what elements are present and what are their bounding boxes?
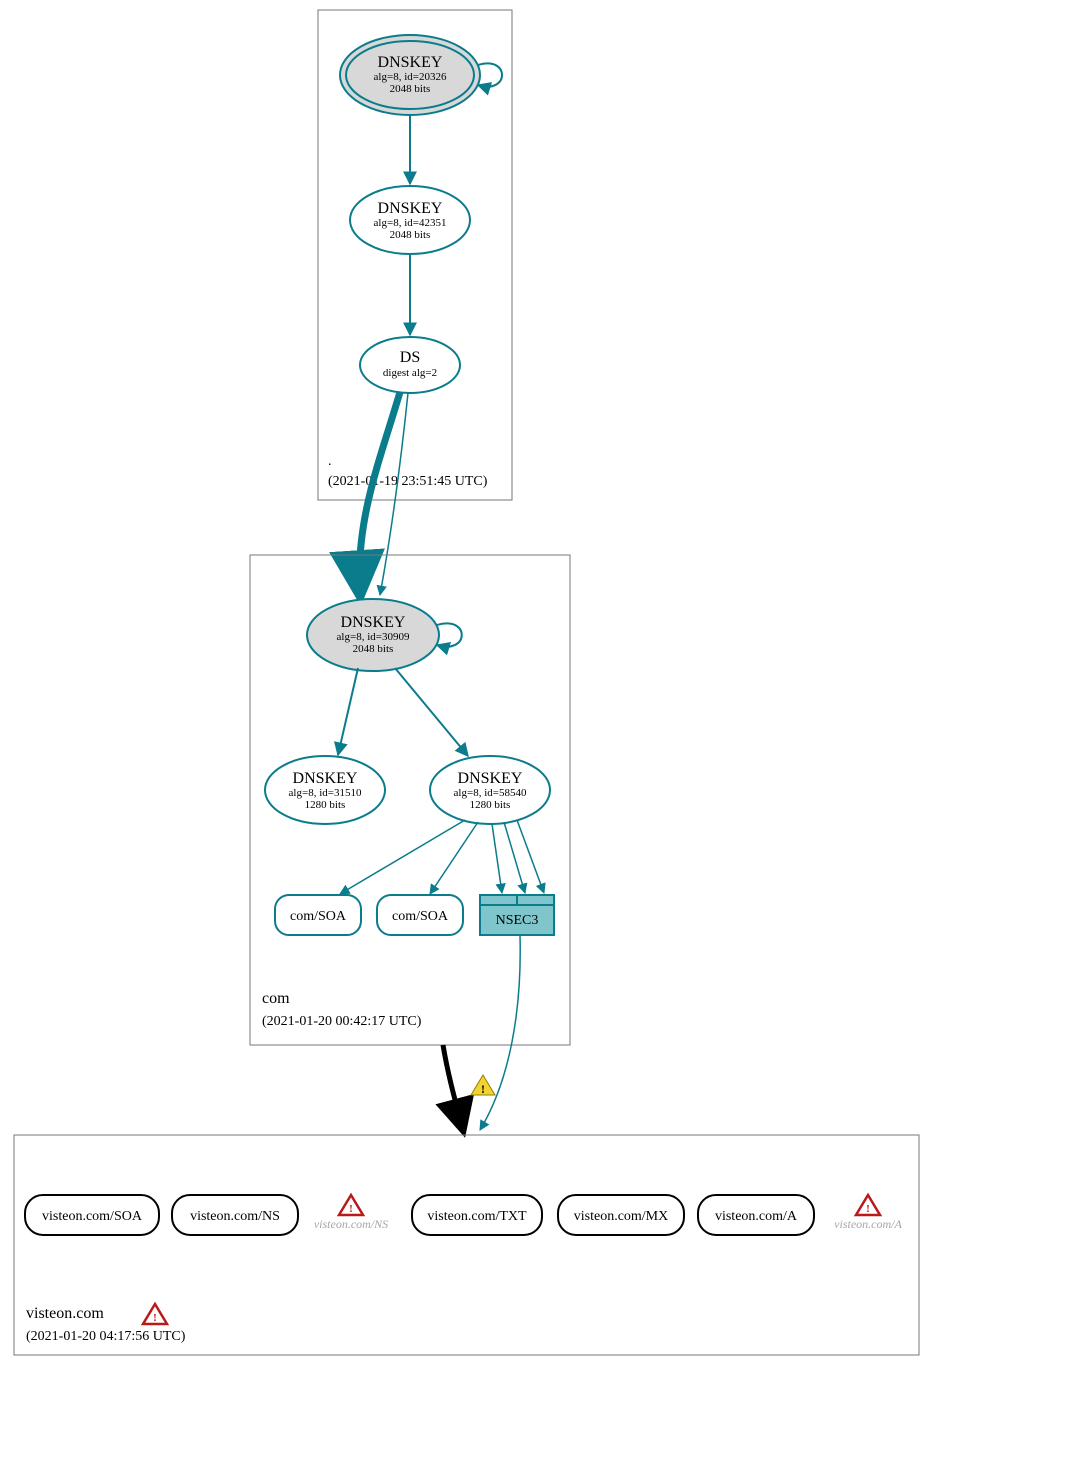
zone-visteon-name: visteon.com (26, 1305, 104, 1322)
root-ksk-bits: 2048 bits (390, 83, 431, 95)
root-ksk[interactable]: DNSKEY alg=8, id=20326 2048 bits (340, 35, 480, 115)
edge-nsec3-visteon (480, 935, 520, 1130)
dnssec-diagram: DNSKEY alg=8, id=20326 2048 bits DNSKEY … (0, 0, 1069, 1477)
zone-root-timestamp: (2021-01-19 23:51:45 UTC) (328, 474, 488, 489)
com-zsk2-bits: 1280 bits (470, 799, 511, 811)
zone-com-name: com (262, 990, 290, 1007)
visteon-ns-label: visteon.com/NS (190, 1209, 280, 1224)
edge-comksk-zsk2 (395, 668, 468, 756)
edge-zsk2-soa2 (430, 822, 478, 894)
root-zsk-bits: 2048 bits (390, 229, 431, 241)
zone-root: DNSKEY alg=8, id=20326 2048 bits DNSKEY … (318, 10, 512, 500)
visteon-mx[interactable]: visteon.com/MX (558, 1195, 684, 1235)
edge-comksk-zsk1 (338, 668, 358, 755)
com-soa-1[interactable]: com/SOA (275, 895, 361, 935)
svg-text:!: ! (481, 1082, 485, 1096)
warning-icon: ! (471, 1075, 495, 1096)
com-ksk-title: DNSKEY (341, 614, 406, 631)
visteon-soa[interactable]: visteon.com/SOA (25, 1195, 159, 1235)
com-ksk-bits: 2048 bits (353, 643, 394, 655)
com-nsec3-label: NSEC3 (496, 913, 539, 928)
com-nsec3[interactable]: NSEC3 (480, 895, 554, 935)
visteon-ns-error[interactable]: ! visteon.com/NS (314, 1195, 388, 1231)
visteon-ns[interactable]: visteon.com/NS (172, 1195, 298, 1235)
com-soa2-label: com/SOA (392, 909, 449, 924)
root-ds-detail: digest alg=2 (383, 367, 437, 379)
visteon-a[interactable]: visteon.com/A (698, 1195, 814, 1235)
com-zsk2-detail: alg=8, id=58540 (454, 787, 527, 799)
com-zsk1-bits: 1280 bits (305, 799, 346, 811)
edge-zsk2-soa1 (340, 820, 465, 894)
zone-visteon-timestamp: (2021-01-20 04:17:56 UTC) (26, 1329, 186, 1344)
visteon-txt[interactable]: visteon.com/TXT (412, 1195, 542, 1235)
edge-com-visteon-warn (443, 1045, 463, 1130)
com-zsk2-title: DNSKEY (458, 770, 523, 787)
visteon-a-label: visteon.com/A (715, 1209, 798, 1224)
visteon-soa-label: visteon.com/SOA (42, 1209, 143, 1224)
root-zsk[interactable]: DNSKEY alg=8, id=42351 2048 bits (350, 186, 470, 254)
com-zsk1-detail: alg=8, id=31510 (289, 787, 362, 799)
root-ds[interactable]: DS digest alg=2 (360, 337, 460, 393)
edge-zsk2-nsec3a (492, 824, 502, 893)
com-ksk-selfloop (437, 623, 462, 646)
zone-visteon-error-icon: ! (143, 1304, 167, 1324)
com-soa-2[interactable]: com/SOA (377, 895, 463, 935)
root-ds-title: DS (400, 349, 420, 366)
zone-visteon: visteon.com/SOA visteon.com/NS ! visteon… (14, 1135, 919, 1355)
svg-text:!: ! (349, 1203, 353, 1215)
error-icon: ! (856, 1195, 880, 1215)
root-ksk-title: DNSKEY (378, 54, 443, 71)
root-ksk-selfloop (478, 63, 502, 86)
error-icon: ! (339, 1195, 363, 1215)
zone-com-timestamp: (2021-01-20 00:42:17 UTC) (262, 1014, 422, 1029)
visteon-mx-label: visteon.com/MX (574, 1209, 669, 1224)
svg-text:!: ! (866, 1203, 870, 1215)
com-zsk1-title: DNSKEY (293, 770, 358, 787)
visteon-ns-error-label: visteon.com/NS (314, 1217, 388, 1231)
edge-root-com-thick (359, 392, 400, 595)
zone-root-name: . (328, 454, 332, 469)
visteon-a-error-label: visteon.com/A (834, 1217, 902, 1231)
com-ksk[interactable]: DNSKEY alg=8, id=30909 2048 bits (307, 599, 439, 671)
visteon-txt-label: visteon.com/TXT (427, 1209, 527, 1224)
zone-com: DNSKEY alg=8, id=30909 2048 bits DNSKEY … (250, 555, 570, 1045)
svg-text:!: ! (153, 1312, 157, 1324)
root-zsk-detail: alg=8, id=42351 (374, 217, 447, 229)
com-ksk-detail: alg=8, id=30909 (337, 631, 410, 643)
root-zsk-title: DNSKEY (378, 200, 443, 217)
visteon-a-error[interactable]: ! visteon.com/A (834, 1195, 902, 1231)
com-zsk2[interactable]: DNSKEY alg=8, id=58540 1280 bits (430, 756, 550, 824)
com-soa1-label: com/SOA (290, 909, 347, 924)
root-ksk-detail: alg=8, id=20326 (374, 71, 447, 83)
com-zsk1[interactable]: DNSKEY alg=8, id=31510 1280 bits (265, 756, 385, 824)
